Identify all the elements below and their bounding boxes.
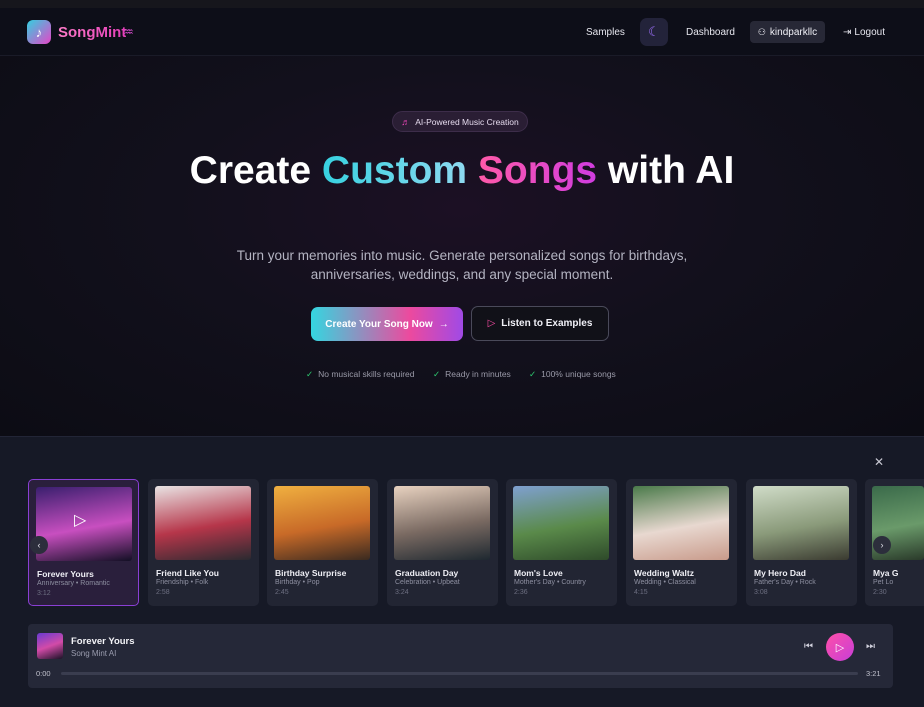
sample-meta: Father's Day • Rock <box>754 579 816 586</box>
sample-title: Graduation Day <box>395 568 459 578</box>
chevron-left-icon: ‹ <box>37 540 41 550</box>
sample-title: Mom's Love <box>514 568 563 578</box>
sample-card[interactable]: My Hero Dad Father's Day • Rock 3:08 <box>746 479 857 606</box>
sample-title: Friend Like You <box>156 568 219 578</box>
sound-wave-icon: ♒ <box>123 25 134 39</box>
sparkle-music-icon: ♬ <box>401 116 411 127</box>
create-song-button[interactable]: Create Your Song Now → <box>311 307 463 341</box>
top-navbar: ♪ SongMint ♒ Samples ☾ Dashboard ⚇ kindp… <box>0 8 924 56</box>
logout-icon: ⇥ <box>843 27 852 38</box>
sample-duration: 3:12 <box>37 590 51 597</box>
listen-examples-label: Listen to Examples <box>501 318 593 329</box>
total-time: 3:21 <box>866 669 881 678</box>
player-thumbnail <box>37 633 63 659</box>
sample-thumbnail <box>394 486 490 560</box>
sample-thumbnail <box>513 486 609 560</box>
chevron-right-icon: › <box>880 540 884 550</box>
sample-duration: 2:45 <box>275 589 289 596</box>
sample-card[interactable]: Mom's Love Mother's Day • Country 2:36 <box>506 479 617 606</box>
ai-badge: ♬ AI-Powered Music Creation <box>392 111 528 132</box>
user-icon: ⚇ <box>757 26 766 37</box>
username-label: kindparkllc <box>769 26 818 38</box>
sample-duration: 4:15 <box>634 589 648 596</box>
title-highlight-custom: Custom <box>321 149 468 192</box>
user-menu-button[interactable]: ⚇ kindparkllc <box>750 21 825 43</box>
sample-duration: 3:08 <box>754 589 768 596</box>
brand-name[interactable]: SongMint <box>58 24 126 41</box>
hero-subtitle: Turn your memories into music. Generate … <box>236 248 688 282</box>
sample-meta: Celebration • Upbeat <box>395 579 460 586</box>
feature-check-item: ✓ Ready in minutes <box>433 369 511 380</box>
create-song-label: Create Your Song Now <box>325 318 433 330</box>
nav-samples-link[interactable]: Samples <box>586 27 625 38</box>
sample-thumbnail <box>274 486 370 560</box>
check-icon: ✓ <box>306 369 314 379</box>
feature-check-label: 100% unique songs <box>541 369 616 379</box>
sample-thumbnail <box>753 486 849 560</box>
logout-button[interactable]: ⇥ Logout <box>843 27 885 38</box>
player-artist: Song Mint AI <box>71 649 117 658</box>
nav-dashboard-link[interactable]: Dashboard <box>686 27 735 38</box>
sample-meta: Pet Lo <box>873 579 894 586</box>
logout-label: Logout <box>854 27 885 38</box>
arrow-right-icon: → <box>438 318 449 330</box>
sample-title: Mya G <box>873 568 899 578</box>
play-icon: ▷ <box>487 318 496 329</box>
sample-title: Forever Yours <box>37 569 94 579</box>
moon-icon: ☾ <box>648 24 660 39</box>
carousel-next-button[interactable]: › <box>873 536 891 554</box>
carousel-prev-button[interactable]: ‹ <box>30 536 48 554</box>
sample-thumbnail <box>633 486 729 560</box>
sample-card[interactable]: Birthday Surprise Birthday • Pop 2:45 <box>267 479 378 606</box>
sample-title: Birthday Surprise <box>275 568 347 578</box>
feature-check-label: Ready in minutes <box>445 369 511 379</box>
sample-title: My Hero Dad <box>754 568 806 578</box>
sample-duration: 2:36 <box>514 589 528 596</box>
sample-duration: 2:30 <box>873 589 887 596</box>
sample-meta: Birthday • Pop <box>275 579 320 586</box>
sample-thumbnail <box>155 486 251 560</box>
title-highlight-songs: Songs <box>477 149 598 192</box>
title-part-2: with AI <box>597 149 735 192</box>
skip-forward-icon[interactable]: ⏭ <box>866 641 875 652</box>
title-space <box>467 149 478 192</box>
feature-check-item: ✓ 100% unique songs <box>529 369 616 380</box>
sample-card[interactable]: Friend Like You Friendship • Folk 2:58 <box>148 479 259 606</box>
title-part-1: Create <box>189 149 322 192</box>
sample-card[interactable]: Graduation Day Celebration • Upbeat 3:24 <box>387 479 498 606</box>
sample-title: Wedding Waltz <box>634 568 694 578</box>
skip-back-icon[interactable]: ⏮ <box>804 641 813 652</box>
feature-check-label: No musical skills required <box>318 369 415 379</box>
sample-meta: Mother's Day • Country <box>514 579 586 586</box>
player-track-title: Forever Yours <box>71 636 135 647</box>
sample-card[interactable]: Wedding Waltz Wedding • Classical 4:15 <box>626 479 737 606</box>
sample-duration: 2:58 <box>156 589 170 596</box>
close-icon[interactable]: ✕ <box>874 455 884 469</box>
progress-track[interactable] <box>61 672 858 675</box>
theme-toggle-button[interactable]: ☾ <box>640 18 668 46</box>
current-time: 0:00 <box>36 669 51 678</box>
window-top-strip <box>0 0 924 8</box>
play-icon: ▷ <box>835 641 845 654</box>
sample-meta: Anniversary • Romantic <box>37 580 110 587</box>
sample-meta: Wedding • Classical <box>634 579 696 586</box>
check-icon: ✓ <box>433 369 441 379</box>
audio-player: Forever Yours Song Mint AI ⏮ ▷ ⏭ 0:00 3:… <box>28 624 893 688</box>
play-overlay-icon[interactable]: ▷ <box>74 510 86 530</box>
hero-title: Create Custom Songs with AI <box>0 150 924 192</box>
check-icon: ✓ <box>529 369 537 379</box>
sample-meta: Friendship • Folk <box>156 579 209 586</box>
sample-duration: 3:24 <box>395 589 409 596</box>
ai-badge-label: AI-Powered Music Creation <box>415 116 519 127</box>
feature-check-item: ✓ No musical skills required <box>306 369 415 380</box>
listen-examples-button[interactable]: ▷ Listen to Examples <box>471 306 609 341</box>
play-pause-button[interactable]: ▷ <box>826 633 854 661</box>
music-note-logo-icon[interactable]: ♪ <box>27 20 51 44</box>
